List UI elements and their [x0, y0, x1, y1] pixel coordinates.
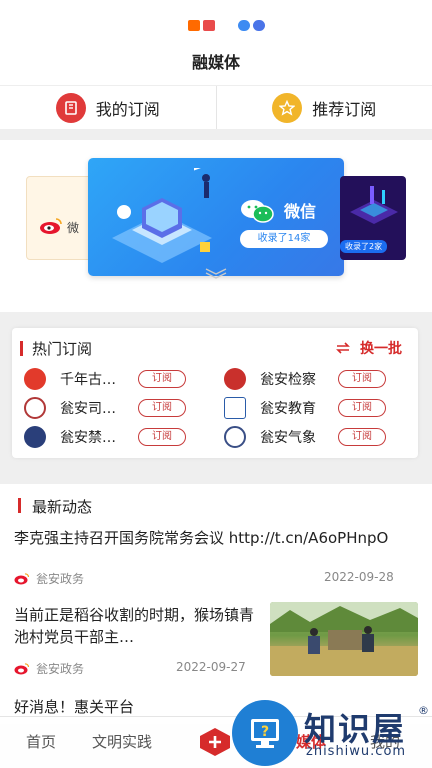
- browser-icon: [253, 20, 265, 31]
- banner-card-weibo[interactable]: 微: [26, 176, 96, 260]
- subscribe-button[interactable]: 订阅: [338, 399, 386, 417]
- hot-item[interactable]: 瓮安教育 订阅: [224, 397, 386, 419]
- weibo-icon: [40, 218, 62, 234]
- question-monitor-icon: ?: [251, 719, 279, 748]
- watermark-logo-icon: ?: [232, 700, 298, 766]
- latest-news-title: 最新动态: [32, 498, 93, 516]
- hot-subscriptions-header: 热门订阅 换一批: [12, 338, 418, 360]
- subscribe-button[interactable]: 订阅: [138, 370, 186, 388]
- weibo-icon: [14, 662, 30, 674]
- watermark: ? 知识屋 ® zhishiwu.com: [232, 698, 432, 768]
- news-item-meta: 瓮安政务 2022-09-28: [14, 570, 420, 587]
- watermark-domain: zhishiwu.com: [306, 744, 407, 759]
- banner-wechat-title: 微信: [284, 202, 317, 221]
- status-icons-right: [238, 20, 265, 31]
- news-item-meta: 瓮安政务 2022-09-27: [14, 660, 254, 677]
- news-item[interactable]: 李克强主持召开国务院常务会议 http://t.cn/A6oPHnpO 瓮安政务…: [14, 528, 420, 586]
- bookmark-icon: [55, 92, 86, 123]
- latest-news-section: 最新动态 李克强主持召开国务院常务会议 http://t.cn/A6oPHnpO…: [0, 484, 432, 724]
- nav-home[interactable]: 首页: [26, 731, 56, 752]
- status-bar: [0, 0, 432, 46]
- app-notify-icon: [203, 20, 215, 31]
- hot-item-name: 瓮安司…: [60, 401, 116, 417]
- news-thumbnail: [270, 602, 418, 676]
- hot-item[interactable]: 瓮安禁… 订阅: [24, 426, 186, 448]
- subscription-tabs: 我的订阅 推荐订阅: [0, 86, 432, 130]
- news-item-source: 瓮安政务: [36, 662, 85, 676]
- hot-item[interactable]: 千年古… 订阅: [24, 368, 186, 390]
- antidrug-emblem-icon: [24, 426, 46, 448]
- isometric-illustration: [112, 168, 212, 263]
- tab-recommended[interactable]: 推荐订阅: [215, 86, 432, 129]
- tab-my-subscriptions-label: 我的订阅: [95, 99, 160, 119]
- plus-icon[interactable]: [198, 727, 232, 757]
- section-marker: [18, 498, 21, 513]
- hot-item-name: 千年古…: [60, 372, 116, 388]
- hot-item-name: 瓮安检察: [260, 372, 316, 388]
- tech-illustration: [350, 186, 398, 224]
- hot-item[interactable]: 瓮安检察 订阅: [224, 368, 386, 390]
- justice-emblem-icon: [24, 397, 46, 419]
- app-root: 融媒体 我的订阅 推荐订阅 微 微信 收录了14家 收录了2家 热门订阅 换一批…: [0, 0, 432, 768]
- wechat-icon: [241, 200, 274, 223]
- hot-subscriptions-card: 热门订阅 换一批 千年古… 订阅 瓮安检察 订阅 瓮安司… 订阅 瓮安教育 订阅…: [12, 328, 418, 458]
- svg-text:?: ?: [261, 724, 269, 740]
- star-icon: [272, 92, 303, 123]
- subscribe-button[interactable]: 订阅: [338, 428, 386, 446]
- taobao-icon: [188, 20, 200, 31]
- news-item-date: 2022-09-27: [176, 660, 246, 674]
- chevron-down-icon[interactable]: [204, 266, 228, 280]
- news-item-date: 2022-09-28: [324, 570, 394, 584]
- banner-card-wechat[interactable]: 微信 收录了14家: [88, 158, 344, 276]
- hot-item[interactable]: 瓮安气象 订阅: [224, 426, 386, 448]
- news-item-title: 当前正是稻谷收割的时期，猴场镇青池村党员干部主…: [14, 606, 255, 646]
- tab-recommended-label: 推荐订阅: [312, 99, 377, 119]
- subscribe-button[interactable]: 订阅: [138, 399, 186, 417]
- hot-item-name: 瓮安禁…: [60, 430, 116, 446]
- news-item[interactable]: 当前正是稻谷收割的时期，猴场镇青池村党员干部主… 瓮安政务 2022-09-27: [14, 602, 420, 676]
- nav-civilization[interactable]: 文明实践: [92, 731, 152, 752]
- education-logo-icon: [224, 397, 246, 419]
- hot-item-name: 瓮安教育: [260, 401, 316, 417]
- hot-item[interactable]: 瓮安司… 订阅: [24, 397, 186, 419]
- news-item-source: 瓮安政务: [36, 572, 85, 586]
- hot-item-name: 瓮安气象: [260, 430, 316, 446]
- harvest-photo: [270, 602, 418, 676]
- procuratorate-emblem-icon: [224, 368, 246, 390]
- tab-my-subscriptions[interactable]: 我的订阅: [0, 86, 216, 129]
- page-title: 融媒体: [0, 46, 432, 86]
- cloud-icon: [238, 20, 250, 31]
- banner-carousel[interactable]: 微 微信 收录了14家 收录了2家: [0, 140, 432, 312]
- hot-subscriptions-title: 热门订阅: [32, 340, 93, 358]
- watermark-registered: ®: [418, 704, 429, 717]
- refresh-button[interactable]: 换一批: [334, 338, 402, 358]
- subscribe-button[interactable]: 订阅: [138, 428, 186, 446]
- section-marker: [20, 341, 23, 356]
- channel-logo-icon: [24, 368, 46, 390]
- banner-card-weibo-label: 微: [67, 221, 80, 235]
- subscribe-button[interactable]: 订阅: [338, 370, 386, 388]
- weibo-icon: [14, 572, 30, 584]
- banner-card-next[interactable]: 收录了2家: [340, 176, 406, 260]
- status-icons-left: [188, 20, 215, 31]
- banner-next-count: 收录了2家: [340, 240, 388, 253]
- news-item-title: 李克强主持召开国务院常务会议 http://t.cn/A6oPHnpO: [14, 529, 389, 547]
- refresh-icon: [336, 342, 350, 354]
- weather-emblem-icon: [224, 426, 246, 448]
- refresh-label: 换一批: [360, 341, 402, 357]
- banner-wechat-count: 收录了14家: [240, 230, 328, 248]
- news-item-title[interactable]: 好消息！惠关平台: [14, 696, 134, 717]
